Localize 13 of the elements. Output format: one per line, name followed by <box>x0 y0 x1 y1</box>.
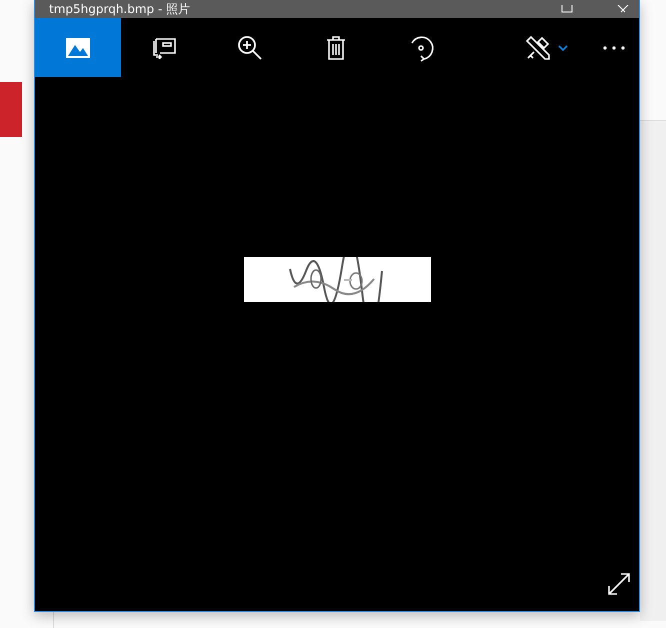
trash-icon <box>325 34 347 60</box>
pencil-icon <box>524 34 552 62</box>
picture-icon <box>65 36 91 58</box>
fullscreen-icon[interactable] <box>607 572 631 596</box>
close-icon[interactable] <box>617 5 629 13</box>
caret-icon <box>558 44 568 50</box>
maximize-icon[interactable] <box>561 5 573 13</box>
nav-highlight <box>0 82 22 137</box>
collection-button[interactable] <box>35 18 121 77</box>
window-title: tmp5hgprqh.bmp - 照片 <box>49 2 190 16</box>
slideshow-icon <box>151 36 177 58</box>
more-icon <box>603 46 625 50</box>
zoom-in-icon <box>237 34 263 60</box>
